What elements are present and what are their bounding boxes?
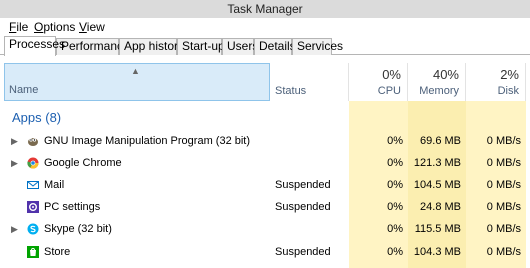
process-row[interactable]: PC settings Suspended 0% 24.8 MB 0 MB/s (0, 196, 530, 218)
menu-view-mnemonic: V (79, 20, 87, 34)
process-row[interactable]: ▶ GNU Image Manipulation Program (32 bit… (0, 130, 530, 152)
process-name: GNU Image Manipulation Program (32 bit) (44, 135, 251, 147)
process-memory: 115.5 MB (414, 223, 461, 235)
mail-icon (27, 181, 39, 189)
tab-details[interactable]: Details (254, 38, 296, 55)
group-header-apps: Apps (8) (12, 110, 62, 125)
cpu-total-percent: 0% (382, 67, 401, 82)
gimp-icon (28, 138, 38, 146)
process-cpu: 0% (387, 201, 403, 213)
title-bar: Task Manager (0, 0, 530, 18)
tab-performance[interactable]: Performance (56, 38, 130, 55)
chrome-icon (27, 157, 39, 169)
column-header-memory[interactable]: 40% Memory (408, 63, 466, 101)
column-header-memory-label: Memory (419, 85, 459, 97)
process-cpu: 0% (387, 157, 403, 169)
process-name: Skype (32 bit) (44, 223, 112, 235)
menu-options-label: ptions (43, 20, 76, 34)
process-memory: 104.3 MB (413, 246, 461, 258)
column-header-cpu-label: CPU (377, 85, 401, 97)
tab-strip: Processes Performance App history Start-… (0, 36, 530, 56)
tab-services[interactable]: Services (292, 38, 343, 55)
process-cpu: 0% (387, 246, 403, 258)
process-cpu: 0% (387, 223, 403, 235)
process-name: Store (44, 246, 71, 258)
process-name: PC settings (44, 201, 101, 213)
tab-start-up[interactable]: Start-up (177, 38, 225, 55)
menu-options-mnemonic: O (34, 20, 44, 34)
process-name: Mail (44, 179, 65, 191)
process-status: Suspended (275, 201, 331, 213)
tab-processes[interactable]: Processes (4, 36, 65, 56)
menu-bar: File Options View (0, 18, 530, 36)
process-memory: 121.3 MB (413, 157, 461, 169)
process-disk: 0 MB/s (486, 223, 521, 235)
process-row[interactable]: ▶ Skype (32 bit) 0% 115.5 MB 0 MB/s (0, 218, 530, 240)
column-headers: ▲ Name Status 0% CPU 40% Memory 2% Disk (0, 63, 530, 101)
window-title: Task Manager (227, 2, 303, 16)
memory-total-percent: 40% (432, 67, 459, 82)
column-header-disk[interactable]: 2% Disk (466, 63, 526, 101)
process-cpu: 0% (387, 179, 403, 191)
column-header-name-label: Name (9, 84, 39, 96)
pc-settings-icon (27, 201, 39, 213)
column-header-disk-label: Disk (497, 85, 519, 97)
process-disk: 0 MB/s (486, 246, 521, 258)
tab-users[interactable]: Users (222, 38, 258, 55)
process-memory: 24.8 MB (420, 201, 461, 213)
sort-ascending-icon: ▲ (131, 66, 140, 76)
process-disk: 0 MB/s (486, 201, 521, 213)
menu-options[interactable]: Options (34, 18, 75, 36)
process-cpu: 0% (387, 135, 403, 147)
expand-chevron-icon[interactable]: ▶ (11, 152, 18, 174)
tab-app-history[interactable]: App history (119, 38, 184, 55)
process-row[interactable]: Mail Suspended 0% 104.5 MB 0 MB/s (0, 174, 530, 196)
menu-view[interactable]: View (79, 18, 105, 36)
process-status: Suspended (275, 246, 331, 258)
process-name: Google Chrome (44, 157, 122, 169)
process-disk: 0 MB/s (486, 179, 521, 191)
process-row[interactable]: ▶ Google Chrome 0% 121.3 MB 0 MB/s (0, 152, 530, 174)
disk-total-percent: 2% (500, 67, 519, 82)
expand-chevron-icon[interactable]: ▶ (11, 130, 18, 152)
column-header-cpu[interactable]: 0% CPU (349, 63, 408, 101)
process-memory: 69.6 MB (420, 135, 461, 147)
process-memory: 104.5 MB (413, 179, 461, 191)
menu-file[interactable]: File (9, 18, 28, 36)
skype-icon (27, 223, 39, 235)
process-row[interactable]: Store Suspended 0% 104.3 MB 0 MB/s (0, 241, 530, 263)
process-disk: 0 MB/s (486, 135, 521, 147)
menu-view-label: iew (86, 20, 105, 34)
process-status: Suspended (275, 179, 331, 191)
menu-file-label: ile (16, 20, 29, 34)
store-icon (27, 246, 39, 258)
column-header-status[interactable]: Status (271, 63, 349, 101)
expand-chevron-icon[interactable]: ▶ (11, 218, 18, 240)
process-disk: 0 MB/s (486, 157, 521, 169)
column-header-status-label: Status (275, 85, 307, 97)
column-header-name[interactable]: ▲ Name (4, 63, 270, 101)
